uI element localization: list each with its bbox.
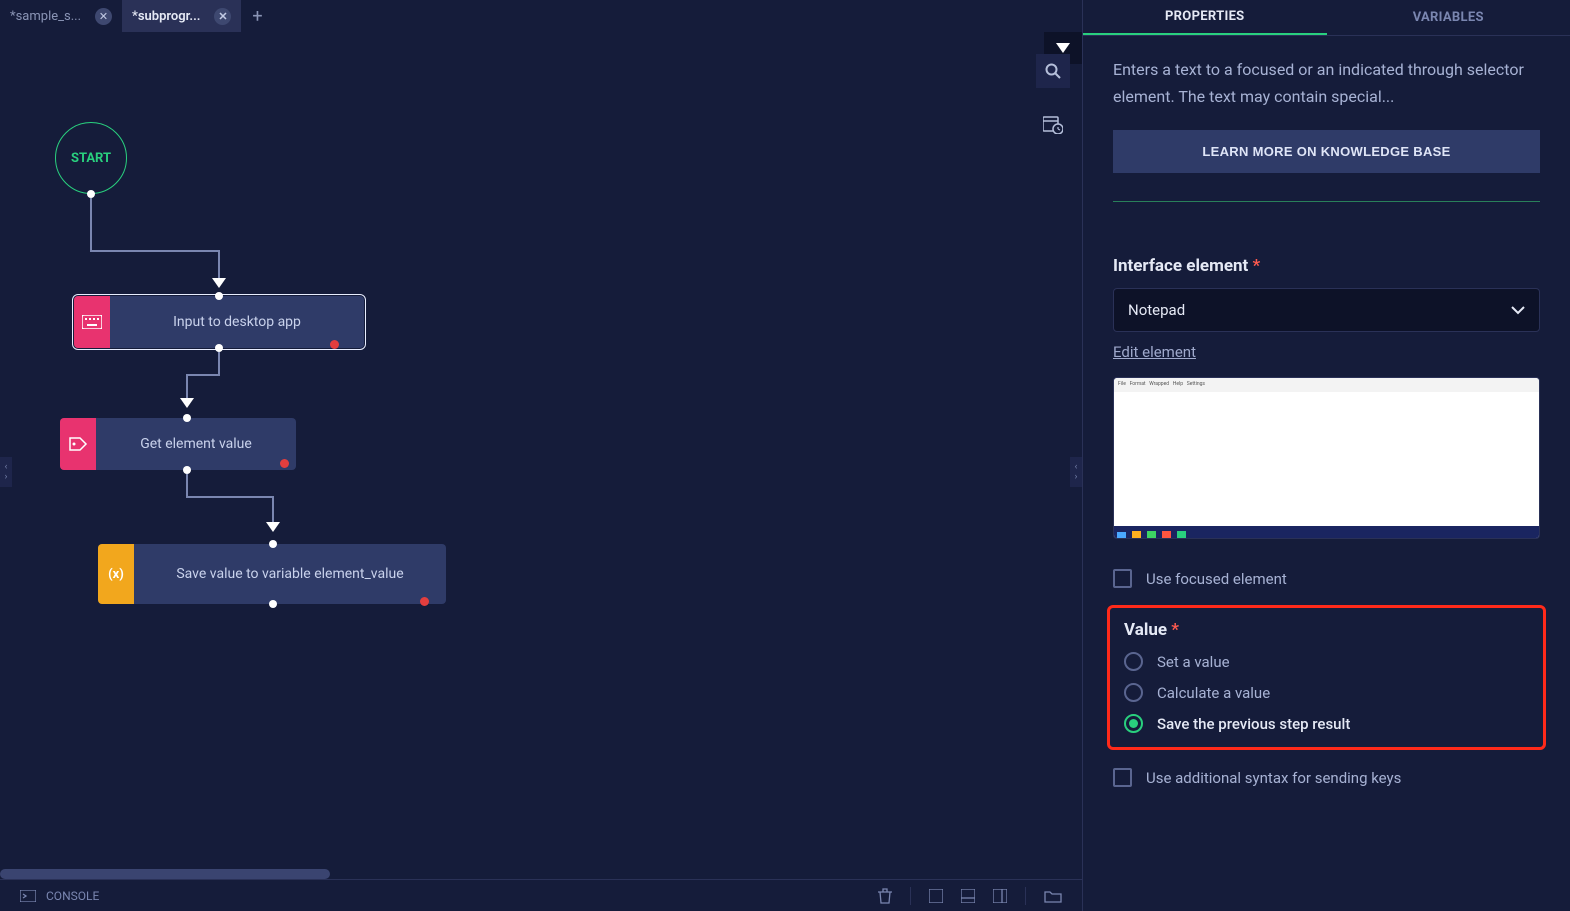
start-label: START <box>71 151 111 166</box>
select-value: Notepad <box>1128 301 1185 319</box>
layout-3-icon[interactable] <box>993 889 1007 903</box>
console-toggle[interactable]: CONSOLE <box>20 889 99 903</box>
node-get-value[interactable]: Get element value <box>60 418 296 470</box>
edge <box>272 496 274 524</box>
folder-icon[interactable] <box>1044 889 1062 903</box>
panel-body: Enters a text to a focused or an indicat… <box>1083 36 1570 911</box>
checkbox-icon <box>1113 768 1132 787</box>
port-out[interactable] <box>215 344 223 352</box>
arrow-icon <box>212 278 226 288</box>
node-label: Save value to variable element_value <box>134 544 446 604</box>
edge <box>186 374 188 400</box>
edge <box>90 198 92 250</box>
close-icon[interactable]: ✕ <box>214 8 231 25</box>
edge <box>186 496 274 498</box>
radio-icon <box>1124 714 1143 733</box>
step-description: Enters a text to a focused or an indicat… <box>1113 56 1540 110</box>
node-save-variable[interactable]: (x) Save value to variable element_value <box>98 544 446 604</box>
interface-element-select[interactable]: Notepad <box>1113 288 1540 332</box>
edge <box>218 250 220 280</box>
checkbox-icon <box>1113 569 1132 588</box>
edit-element-link[interactable]: Edit element <box>1113 343 1196 361</box>
add-tab-button[interactable]: + <box>241 0 273 32</box>
edge <box>90 250 220 252</box>
radio-label: Save the previous step result <box>1157 715 1350 733</box>
port-out[interactable] <box>87 190 95 198</box>
tab-variables[interactable]: VARIABLES <box>1327 0 1570 35</box>
port-out[interactable] <box>269 600 277 608</box>
port-in[interactable] <box>183 414 191 422</box>
canvas-area: ‹› ‹› START Input to desktop app <box>0 32 1082 911</box>
properties-panel: PROPERTIES VARIABLES Enters a text to a … <box>1082 0 1570 911</box>
checkbox-label: Use focused element <box>1146 570 1287 588</box>
node-label: Get element value <box>96 418 296 470</box>
preview-menubar: File Format Wrapped Help Settings <box>1114 378 1539 392</box>
preview-taskbar <box>1114 526 1539 538</box>
edge <box>186 474 188 496</box>
tab-label: *subprogr... <box>132 9 200 24</box>
bottom-bar: CONSOLE <box>0 879 1082 911</box>
arrow-icon <box>266 522 280 532</box>
node-label: Input to desktop app <box>110 296 364 348</box>
radio-label: Calculate a value <box>1157 684 1270 702</box>
horizontal-scrollbar[interactable] <box>0 869 330 879</box>
trash-icon[interactable] <box>878 888 892 904</box>
console-icon <box>20 890 36 902</box>
keyboard-icon <box>74 296 110 348</box>
radio-label: Set a value <box>1157 653 1230 671</box>
divider <box>1113 201 1540 202</box>
start-node[interactable]: START <box>55 122 127 194</box>
close-icon[interactable]: ✕ <box>95 8 112 25</box>
tab-sample[interactable]: *sample_s... ✕ <box>0 0 122 32</box>
radio-set-value[interactable]: Set a value <box>1124 652 1529 671</box>
arrow-icon <box>180 398 194 408</box>
radio-icon <box>1124 652 1143 671</box>
error-port[interactable] <box>280 459 289 468</box>
panel-tabs: PROPERTIES VARIABLES <box>1083 0 1570 36</box>
tab-subprogram[interactable]: *subprogr... ✕ <box>122 0 241 32</box>
element-preview[interactable]: File Format Wrapped Help Settings <box>1113 377 1540 539</box>
layout-1-icon[interactable] <box>929 889 943 903</box>
value-label: Value * <box>1124 620 1529 640</box>
error-port[interactable] <box>420 597 429 606</box>
use-syntax-checkbox[interactable]: Use additional syntax for sending keys <box>1113 768 1540 787</box>
tab-properties[interactable]: PROPERTIES <box>1083 0 1327 35</box>
console-label: CONSOLE <box>46 889 99 903</box>
port-out[interactable] <box>183 466 191 474</box>
variable-icon: (x) <box>98 544 134 604</box>
radio-calculate-value[interactable]: Calculate a value <box>1124 683 1529 702</box>
tag-icon <box>60 418 96 470</box>
radio-icon <box>1124 683 1143 702</box>
layout-2-icon[interactable] <box>961 889 975 903</box>
node-input-desktop[interactable]: Input to desktop app <box>74 296 364 348</box>
workflow-canvas[interactable]: START Input to desktop app Get element <box>0 32 1082 911</box>
edge <box>218 352 220 374</box>
interface-element-label: Interface element * <box>1113 256 1540 276</box>
port-in[interactable] <box>215 292 223 300</box>
port-in[interactable] <box>269 540 277 548</box>
edge <box>186 374 220 376</box>
checkbox-label: Use additional syntax for sending keys <box>1146 769 1401 787</box>
error-port[interactable] <box>330 340 339 349</box>
radio-save-previous[interactable]: Save the previous step result <box>1124 714 1529 733</box>
chevron-down-icon <box>1511 306 1525 315</box>
tab-label: *sample_s... <box>10 9 81 24</box>
learn-more-button[interactable]: LEARN MORE ON KNOWLEDGE BASE <box>1113 130 1540 173</box>
value-section-highlighted: Value * Set a value Calculate a value Sa… <box>1107 605 1546 750</box>
use-focused-checkbox[interactable]: Use focused element <box>1113 569 1540 588</box>
